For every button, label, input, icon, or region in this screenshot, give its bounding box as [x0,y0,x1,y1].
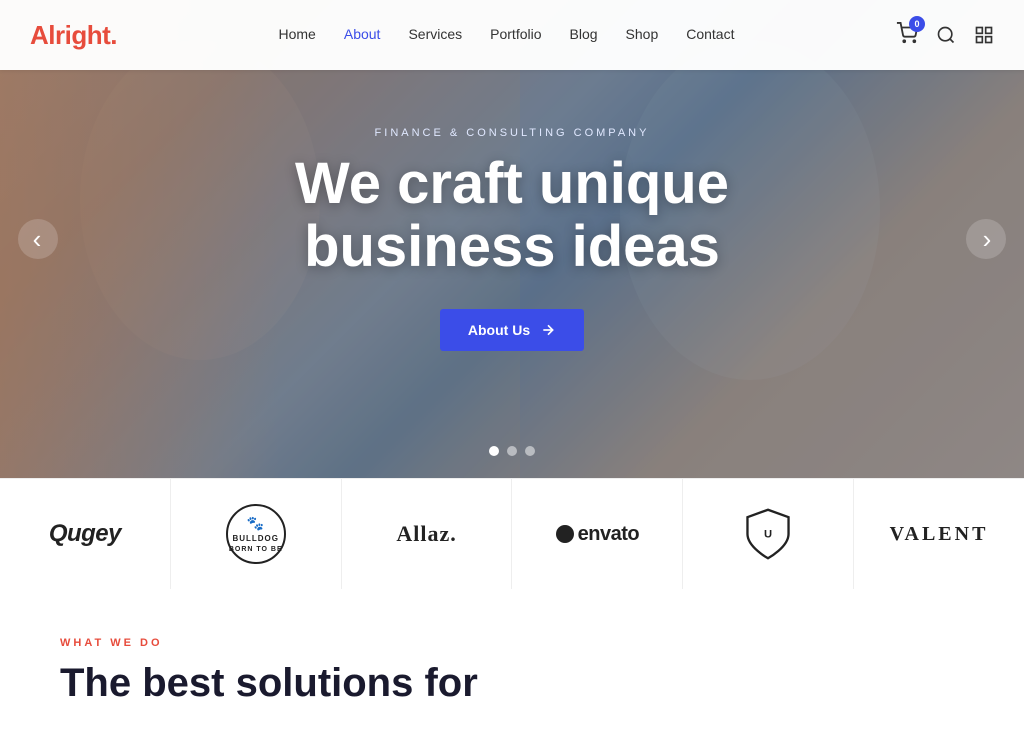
shield-icon: U [742,506,794,562]
logo-allaz-text: Allaz. [396,521,456,547]
logo-allaz: Allaz. [342,479,513,589]
logo-qugey: Qugey [0,479,171,589]
grid-menu-button[interactable] [974,25,994,45]
nav-about[interactable]: About [344,26,381,44]
nav-portfolio[interactable]: Portfolio [490,26,541,44]
bulldog-icon: 🐾 [247,514,265,532]
svg-text:U: U [764,529,772,541]
grid-icon [974,25,994,45]
chevron-left-icon: ‹ [33,226,42,252]
navbar: Alright. Home About Services Portfolio B… [0,0,1024,70]
hero-cta-label: About Us [468,322,530,338]
cart-button[interactable]: 0 [896,22,918,49]
bottom-section: WHAT WE DO The best solutions for [0,589,1024,725]
nav-services[interactable]: Services [408,26,462,44]
logo-valent: VALENT [854,479,1024,589]
logo-envato: envato [512,479,683,589]
nav-blog[interactable]: Blog [570,26,598,44]
envato-dot-icon [556,525,574,543]
slider-dots [489,446,535,456]
arrow-right-icon [540,322,556,338]
nav-links: Home About Services Portfolio Blog Shop … [279,26,735,44]
navbar-icons: 0 [896,22,994,49]
nav-home[interactable]: Home [279,26,316,44]
brand-dot: . [110,20,117,50]
logo-valent-text: VALENT [890,523,989,546]
brand-name: Alright [30,20,110,50]
logo-envato-text: envato [556,523,639,546]
logo-bulldog: 🐾 BULLDOG BORN TO BE [171,479,342,589]
nav-contact[interactable]: Contact [686,26,734,44]
logo-bulldog-text: BULLDOG [232,534,279,544]
dot-3[interactable] [525,446,535,456]
logo-shield-shape: U [742,506,794,562]
hero-content: Finance & Consulting Company We craft un… [0,0,1024,478]
cart-badge: 0 [909,16,925,32]
hero-section: Finance & Consulting Company We craft un… [0,0,1024,478]
logo-bulldog-circle: 🐾 BULLDOG BORN TO BE [226,504,286,564]
hero-cta-button[interactable]: About Us [440,309,584,351]
what-we-do-eyebrow: WHAT WE DO [60,637,964,649]
logo-qugey-text: Qugey [49,520,121,548]
dot-1[interactable] [489,446,499,456]
nav-shop[interactable]: Shop [626,26,659,44]
logo-bulldog-sub: BORN TO BE [229,545,283,554]
logos-strip: Qugey 🐾 BULLDOG BORN TO BE Allaz. envato… [0,478,1024,589]
hero-title-line2: business ideas [304,214,720,279]
bottom-title: The best solutions for [60,661,964,705]
logo-shield: U [683,479,854,589]
dot-2[interactable] [507,446,517,456]
chevron-right-icon: › [983,226,992,252]
hero-prev-button[interactable]: ‹ [18,219,58,259]
brand-logo[interactable]: Alright. [30,20,117,51]
hero-title: We craft unique business ideas [295,153,729,278]
search-icon [936,25,956,45]
hero-next-button[interactable]: › [966,219,1006,259]
hero-subtitle: Finance & Consulting Company [375,127,650,139]
search-button[interactable] [936,25,956,45]
hero-title-line1: We craft unique [295,151,729,216]
